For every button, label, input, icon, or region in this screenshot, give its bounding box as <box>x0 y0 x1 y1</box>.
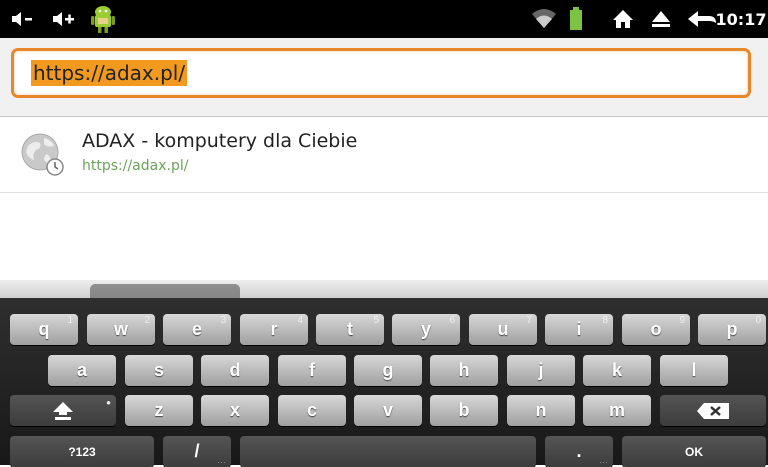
eject-icon[interactable] <box>648 0 674 38</box>
url-input[interactable]: https://adax.pl/ <box>11 48 751 98</box>
key-u[interactable]: u7 <box>469 314 537 345</box>
key-k[interactable]: k <box>583 355 651 386</box>
key-n[interactable]: n <box>507 395 575 426</box>
key-q[interactable]: q1 <box>10 314 78 345</box>
key-h[interactable]: h <box>430 355 498 386</box>
key-c[interactable]: c <box>278 395 346 426</box>
shift-key[interactable]: ● <box>10 395 116 426</box>
space-key[interactable] <box>240 436 536 467</box>
symbols-key[interactable]: ?123 <box>10 436 154 467</box>
key-x[interactable]: x <box>201 395 269 426</box>
dot-key[interactable]: .… <box>545 436 613 467</box>
address-bar: https://adax.pl/ <box>0 38 768 117</box>
key-f[interactable]: f <box>278 355 346 386</box>
home-icon[interactable] <box>610 0 636 38</box>
url-input-text: https://adax.pl/ <box>31 60 188 86</box>
key-o[interactable]: o9 <box>622 314 690 345</box>
key-r[interactable]: r4 <box>240 314 308 345</box>
battery-icon <box>566 0 586 38</box>
key-v[interactable]: v <box>354 395 422 426</box>
key-s[interactable]: s <box>125 355 193 386</box>
android-icon <box>88 0 118 38</box>
status-bar: 10:17 <box>0 0 768 38</box>
history-globe-icon <box>20 132 64 176</box>
slash-key[interactable]: /… <box>163 436 231 467</box>
key-g[interactable]: g <box>354 355 422 386</box>
key-y[interactable]: y6 <box>392 314 460 345</box>
wifi-icon <box>530 0 558 38</box>
key-m[interactable]: m <box>583 395 651 426</box>
ok-key[interactable]: OK <box>622 436 766 467</box>
soft-keyboard: q1 w2 e3 r4 t5 y6 u7 i8 o9 p0 a s d f g … <box>0 298 768 467</box>
shift-icon <box>53 401 73 420</box>
key-t[interactable]: t5 <box>316 314 384 345</box>
backspace-icon <box>697 402 729 419</box>
key-i[interactable]: i8 <box>545 314 613 345</box>
clock: 10:17 <box>715 9 767 29</box>
back-icon[interactable] <box>686 0 718 38</box>
key-b[interactable]: b <box>430 395 498 426</box>
key-a[interactable]: a <box>48 355 116 386</box>
key-e[interactable]: e3 <box>163 314 231 345</box>
suggestion-item[interactable]: ADAX - komputery dla Ciebie https://adax… <box>0 118 768 193</box>
volume-up-icon[interactable] <box>50 0 80 38</box>
key-l[interactable]: l <box>660 355 728 386</box>
shift-indicator-icon: ● <box>106 398 111 407</box>
background-page-strip <box>0 280 768 300</box>
key-d[interactable]: d <box>201 355 269 386</box>
suggestion-url: https://adax.pl/ <box>82 158 189 174</box>
volume-down-icon[interactable] <box>8 0 36 38</box>
key-p[interactable]: p0 <box>698 314 766 345</box>
key-w[interactable]: w2 <box>87 314 155 345</box>
suggestion-title: ADAX - komputery dla Ciebie <box>82 130 358 152</box>
backspace-key[interactable] <box>660 395 766 426</box>
key-j[interactable]: j <box>507 355 575 386</box>
key-z[interactable]: z <box>125 395 193 426</box>
